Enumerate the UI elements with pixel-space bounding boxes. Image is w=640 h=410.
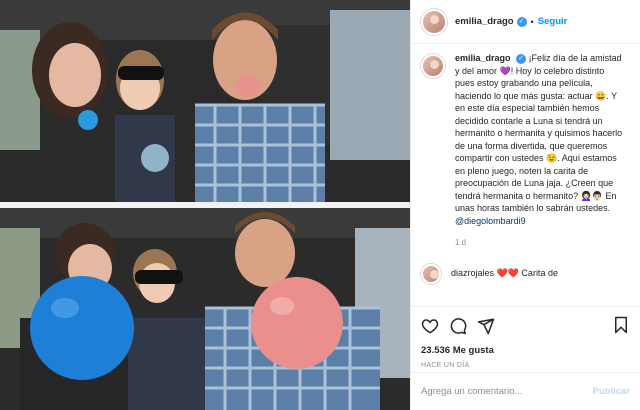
avatar[interactable] (421, 263, 441, 284)
verified-icon: ✓ (516, 16, 527, 27)
photo-top-panel (0, 0, 410, 202)
mention-link[interactable]: @diegolombardi9 (455, 216, 526, 226)
comment-input[interactable] (421, 386, 593, 397)
avatar[interactable] (421, 8, 447, 35)
avatar[interactable] (421, 54, 445, 78)
post-actions: 23.536 Me gusta HACE UN DÍA (411, 306, 640, 369)
caption-time: 1 d (455, 238, 467, 247)
post-time: HACE UN DÍA (421, 362, 470, 369)
follow-button[interactable]: Seguir (538, 16, 568, 27)
caption-username[interactable]: emilia_drago (455, 53, 511, 63)
photo-bottom-panel (0, 208, 410, 410)
likes-count[interactable]: 23.536 Me gusta (421, 345, 630, 356)
post-header: emilia_drago ✓ • Seguir (411, 0, 640, 44)
bookmark-button[interactable] (612, 316, 630, 336)
add-comment-bar: Publicar (411, 372, 640, 410)
caption: emilia_drago ✓ ¡Feliz día de la amistad … (421, 52, 630, 250)
verified-icon: ✓ (516, 53, 527, 64)
bookmark-icon[interactable] (612, 316, 630, 334)
post-sidebar: emilia_drago ✓ • Seguir emilia_drago ✓ ¡… (410, 0, 640, 410)
caption-body: ¡Feliz día de la amistad y del amor 💜! H… (455, 53, 623, 213)
username[interactable]: emilia_drago (455, 16, 514, 27)
comment-item: diazrojales ❤️❤️ Carita de (421, 263, 630, 284)
publish-button[interactable]: Publicar (593, 386, 631, 397)
heart-icon[interactable] (421, 317, 439, 335)
comments-list[interactable]: emilia_drago ✓ ¡Feliz día de la amistad … (411, 52, 640, 306)
caption-text: emilia_drago ✓ ¡Feliz día de la amistad … (455, 52, 625, 250)
action-icons (421, 315, 630, 337)
share-icon[interactable] (477, 317, 495, 335)
comment-icon[interactable] (449, 317, 467, 335)
comment-text: diazrojales ❤️❤️ Carita de (451, 268, 558, 278)
post-photo[interactable] (0, 0, 410, 410)
separator-dot: • (530, 16, 534, 27)
